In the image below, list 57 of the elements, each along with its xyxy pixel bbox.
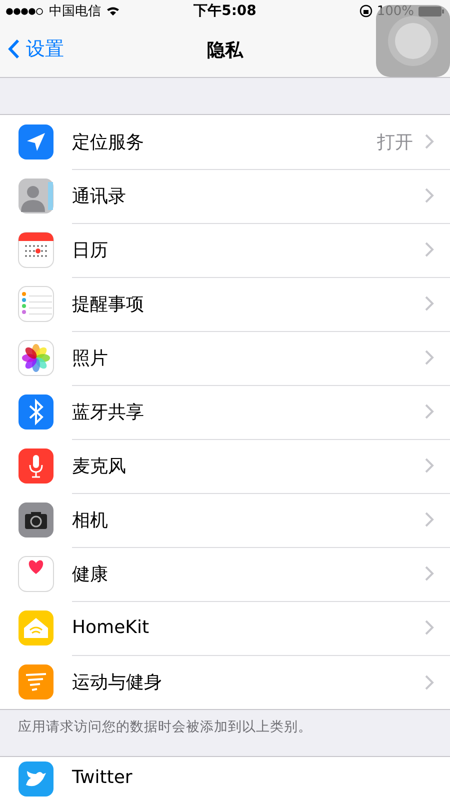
settings-row[interactable]: 提醒事项	[0, 277, 450, 331]
row-label: 麦克风	[72, 454, 127, 478]
bird-icon	[18, 761, 54, 797]
house-icon	[18, 610, 54, 646]
settings-row[interactable]: 麦克风	[0, 439, 450, 493]
wifi-icon	[106, 6, 120, 16]
signal-icon	[6, 8, 44, 14]
settings-row[interactable]: 定位服务 打开	[0, 115, 450, 169]
row-label: 健康	[72, 562, 109, 586]
battery-percent: 100%	[376, 4, 414, 18]
chevron-icon	[425, 512, 434, 527]
rotation-lock-icon	[358, 4, 373, 18]
back-button[interactable]: 设置	[8, 36, 64, 62]
flower-icon	[18, 340, 54, 376]
row-label: 运动与健身	[72, 671, 163, 694]
chevron-icon	[425, 620, 434, 635]
back-chevron-icon	[8, 39, 20, 59]
footer-note: 应用请求访问您的数据时会被添加到以上类别。	[18, 719, 312, 735]
row-label: 通讯录	[72, 184, 127, 208]
assistive-touch-button[interactable]	[376, 5, 450, 77]
chevron-icon	[425, 674, 434, 690]
chevron-icon	[425, 458, 434, 473]
page-title: 隐私	[207, 38, 243, 62]
carrier-name: 中国电信	[49, 3, 101, 20]
chevron-icon	[425, 242, 434, 257]
row-value: 打开	[377, 130, 413, 154]
camera-icon	[18, 502, 54, 538]
settings-row[interactable]: 相机	[0, 493, 450, 547]
contacts-icon	[18, 178, 54, 214]
chevron-icon	[425, 188, 434, 203]
bluetooth-icon	[18, 394, 54, 430]
row-label: 照片	[72, 346, 109, 370]
chevron-icon	[425, 134, 434, 149]
row-label: 定位服务	[72, 130, 145, 154]
calendar-icon	[18, 232, 54, 268]
microphone-icon	[18, 448, 54, 484]
settings-row[interactable]: 通讯录	[0, 169, 450, 223]
settings-row[interactable]: 照片	[0, 331, 450, 385]
motion-lines-icon	[18, 664, 54, 700]
chevron-icon	[425, 566, 434, 581]
row-label: 日历	[72, 238, 109, 262]
list-icon	[18, 286, 54, 322]
row-label: 蓝牙共享	[72, 400, 145, 424]
row-label: 提醒事项	[72, 292, 145, 316]
row-label: HomeKit	[72, 617, 150, 638]
status-time: 下午5:08	[194, 2, 256, 20]
settings-row[interactable]: 运动与健身	[0, 655, 450, 709]
chevron-icon	[425, 296, 434, 311]
row-label: Twitter	[72, 767, 134, 788]
settings-row[interactable]: 健康	[0, 547, 450, 601]
settings-row[interactable]: HomeKit	[0, 601, 450, 655]
chevron-icon	[425, 350, 434, 365]
row-label: 相机	[72, 508, 109, 532]
app-row[interactable]: Twitter	[0, 757, 450, 800]
chevron-icon	[425, 404, 434, 419]
settings-row[interactable]: 蓝牙共享	[0, 385, 450, 439]
settings-row[interactable]: 日历	[0, 223, 450, 277]
